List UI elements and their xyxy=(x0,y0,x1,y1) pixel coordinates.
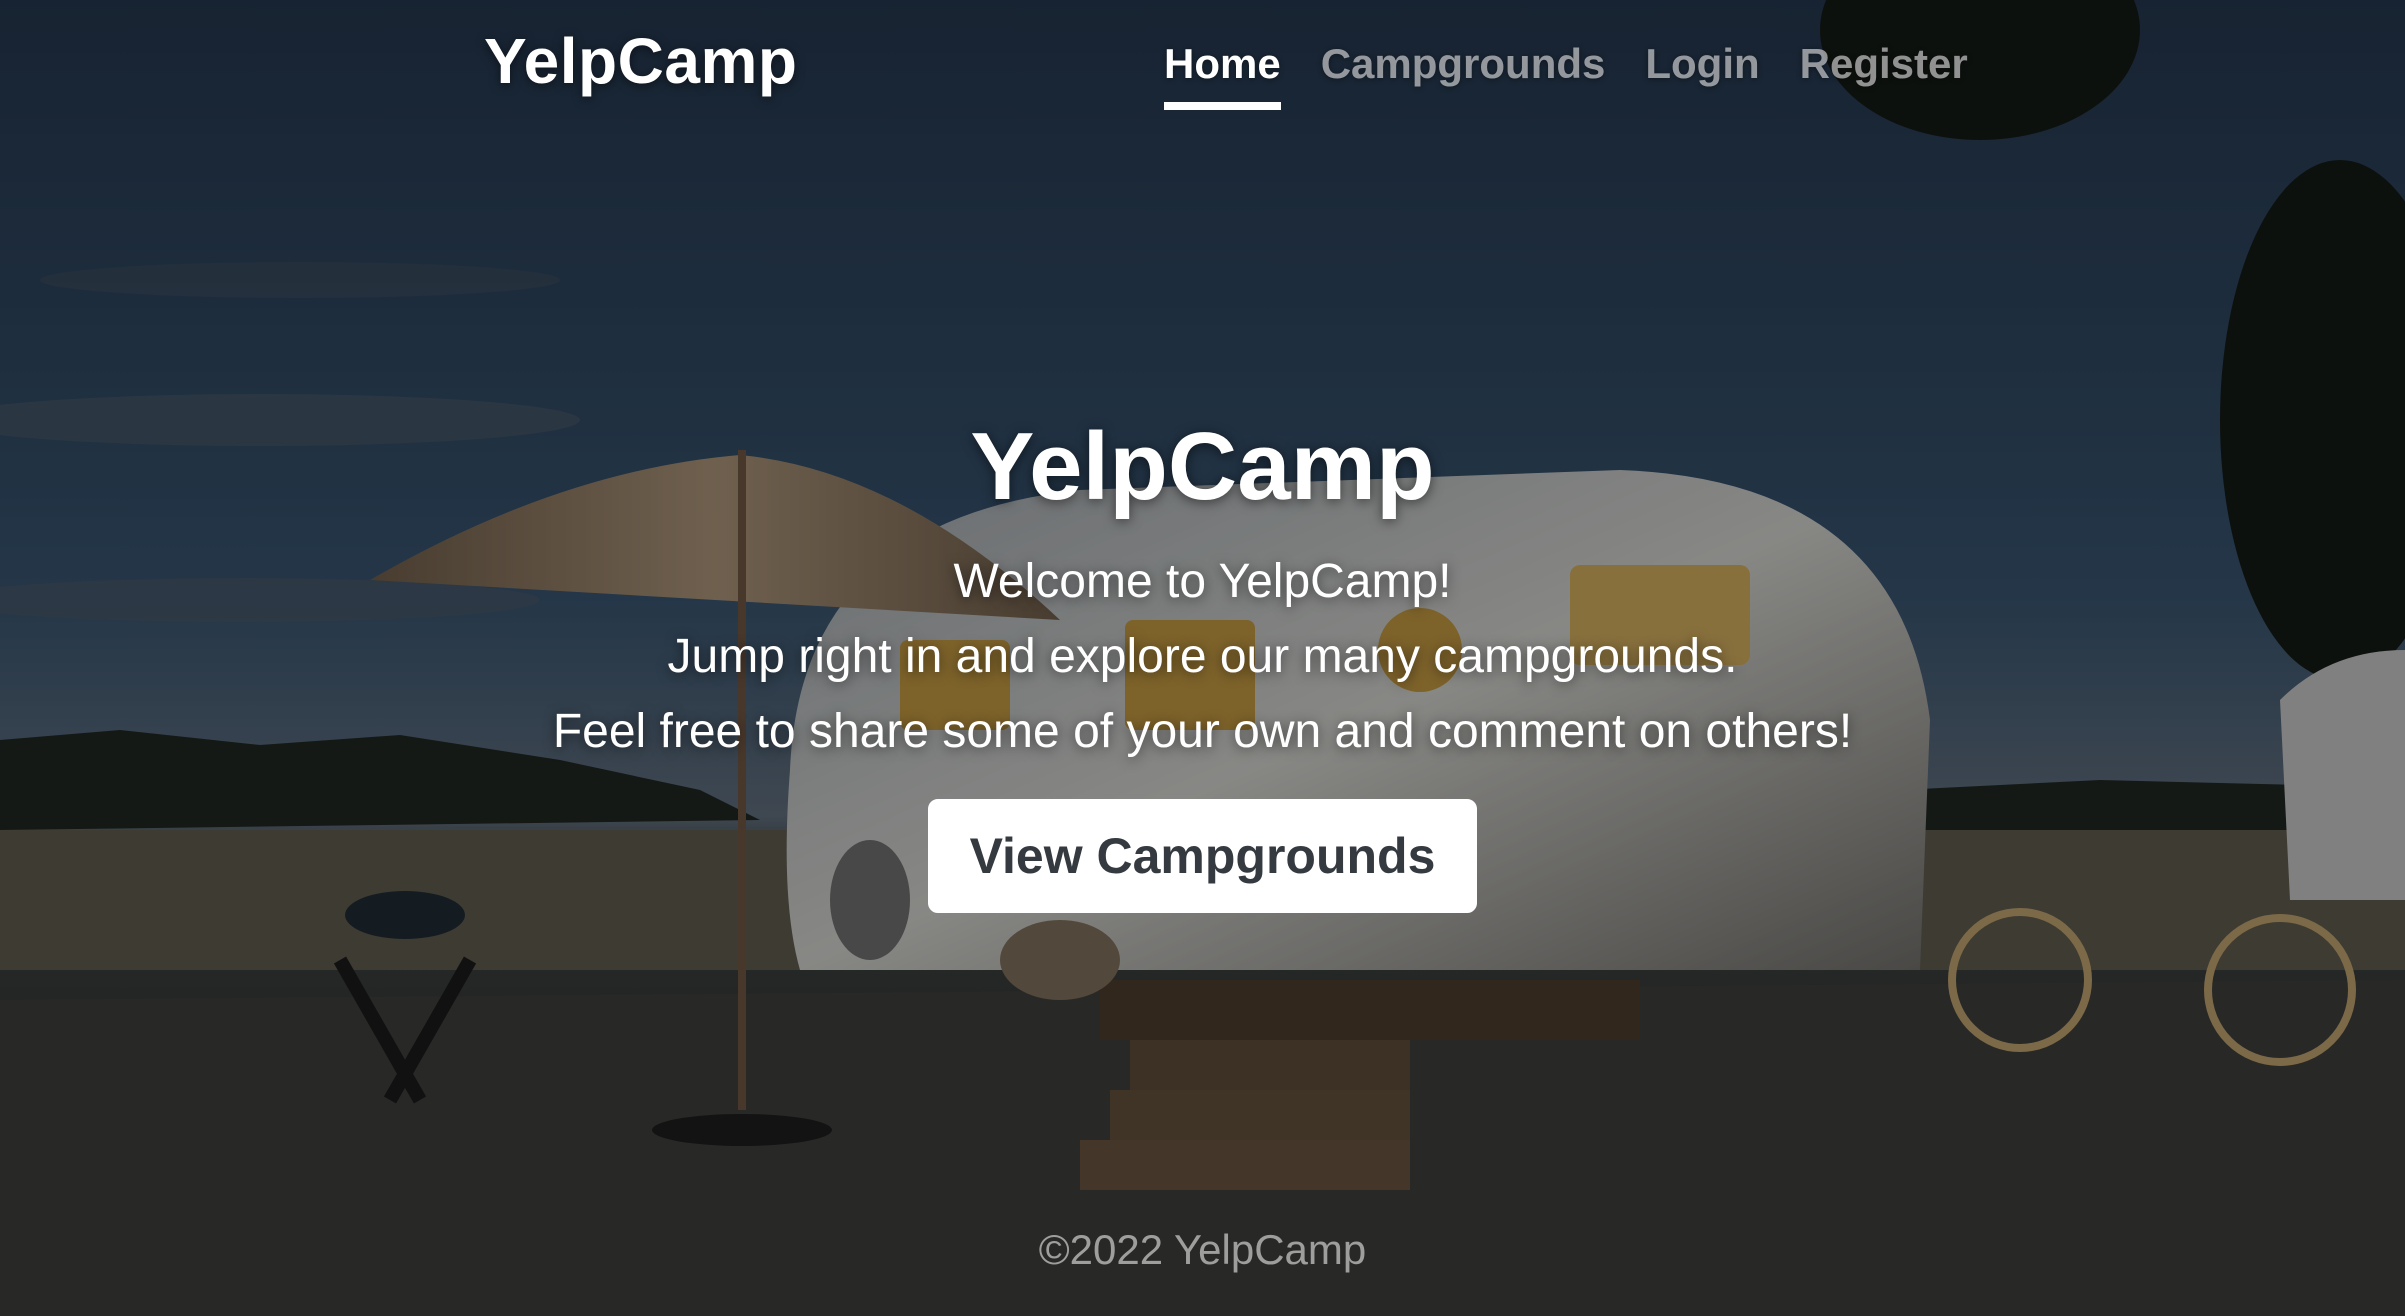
view-campgrounds-button[interactable]: View Campgrounds xyxy=(927,799,1478,913)
nav-link-register[interactable]: Register xyxy=(1800,40,1968,110)
main-nav: Home Campgrounds Login Register xyxy=(1164,40,1968,110)
hero-explore-text: Jump right in and explore our many campg… xyxy=(667,630,1738,683)
hero-share-text: Feel free to share some of your own and … xyxy=(552,705,1853,758)
nav-link-home[interactable]: Home xyxy=(1164,40,1281,110)
hero-section: YelpCamp Welcome to YelpCamp! Jump right… xyxy=(0,412,2405,913)
hero-title: YelpCamp xyxy=(970,413,1435,520)
hero-welcome-text: Welcome to YelpCamp! xyxy=(953,555,1452,608)
brand-logo[interactable]: YelpCamp xyxy=(484,24,797,98)
footer-copyright: ©2022 YelpCamp xyxy=(1038,1226,1367,1273)
nav-link-login[interactable]: Login xyxy=(1645,40,1759,110)
landing-page: YelpCamp Home Campgrounds Login Register… xyxy=(0,0,2405,1316)
nav-link-campgrounds[interactable]: Campgrounds xyxy=(1321,40,1606,110)
